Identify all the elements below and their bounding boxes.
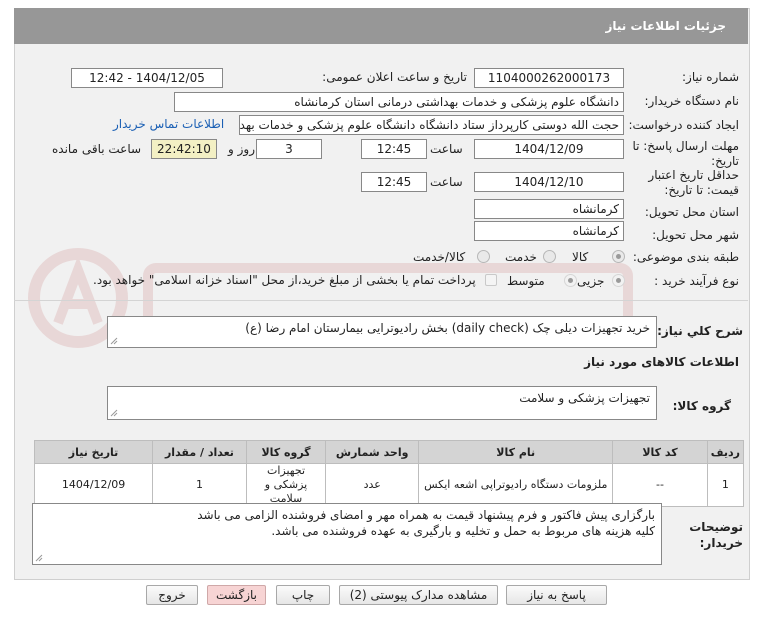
deadline-label-line1: مهلت ارسال پاسخ: تا [632, 139, 739, 153]
process-radio-medium[interactable] [564, 274, 577, 287]
treasury-text: پرداخت تمام یا بخشی از مبلغ خرید،از محل … [93, 273, 476, 287]
remaining-label: ساعت باقی مانده [52, 142, 142, 156]
items-table: ردیف کد کالا نام کالا واحد شمارش گروه کا… [33, 440, 745, 507]
description-text: خرید تجهیزات دیلی چک (daily check) بخش ر… [245, 321, 650, 335]
cell-need-date: 1404/12/09 [33, 463, 154, 507]
reply-button[interactable]: پاسخ به نیاز [506, 585, 607, 605]
buyer-notes-label-line1: توضیحات [689, 520, 743, 534]
validity-label-line2: قیمت: تا تاریخ: [664, 183, 739, 197]
col-header-unit: واحد شمارش [325, 440, 420, 464]
deadline-date-field: 1404/12/09 [474, 139, 624, 159]
city-label: شهر محل تحویل: [652, 228, 739, 242]
creator-label: ایجاد کننده درخواست: [628, 118, 739, 132]
process-radio-minor[interactable] [612, 274, 625, 287]
deadline-label-line2: تاریخ: [711, 154, 739, 168]
buyer-org-field: دانشگاه علوم پزشکی و خدمات بهداشتی درمان… [174, 92, 624, 112]
category-radio-goods-service[interactable] [477, 250, 490, 263]
col-header-quantity: تعداد / مقدار [152, 440, 247, 464]
col-header-row-number: ردیف [706, 440, 745, 464]
province-label: استان محل تحویل: [644, 205, 739, 219]
announce-label: تاریخ و ساعت اعلان عمومی: [322, 70, 467, 84]
buyer-notes-textarea[interactable]: بارگزاری پیش فاکتور و فرم پیشنهاد قیمت ب… [32, 503, 662, 565]
panel-title: جزئیات اطلاعات نیاز [605, 19, 726, 33]
back-button[interactable]: بازگشت [207, 585, 266, 605]
panel-header: جزئیات اطلاعات نیاز [14, 8, 748, 44]
goods-section-title: اطلاعات کالاهای مورد نیاز [584, 355, 739, 369]
province-field: کرمانشاه [474, 199, 624, 219]
col-header-item-name: نام کالا [418, 440, 614, 464]
validity-label-line1: حداقل تاریخ اعتبار [648, 168, 739, 182]
city-field: کرمانشاه [474, 221, 624, 241]
view-attachments-button[interactable]: مشاهده مدارک پیوستی (2) [339, 585, 498, 605]
resize-grip-icon[interactable] [35, 554, 43, 562]
col-header-group: گروه کالا [245, 440, 327, 464]
goods-group-text: تجهیزات پزشکی و سلامت [519, 391, 650, 405]
need-number-field: 1104000262000173 [474, 68, 624, 88]
divider [14, 300, 748, 301]
cell-group: تجهیزات پزشکی و سلامت [245, 463, 327, 507]
resize-grip-icon[interactable] [110, 409, 118, 417]
process-label: نوع فرآیند خرید : [654, 274, 739, 288]
buyer-contact-link[interactable]: اطلاعات تماس خریدار [113, 117, 224, 131]
exit-button[interactable]: خروج [146, 585, 198, 605]
treasury-checkbox[interactable] [485, 274, 497, 286]
goods-group-textarea[interactable]: تجهیزات پزشکی و سلامت [107, 386, 657, 420]
validity-time-field: 12:45 [361, 172, 427, 192]
days-field: 3 [256, 139, 322, 159]
days-label: روز و [228, 142, 255, 156]
table-row: 1 -- ملزومات دستگاه رادیوتراپی اشعه ایکس… [33, 463, 745, 507]
buyer-org-label: نام دستگاه خریدار: [644, 94, 740, 108]
cell-quantity: 1 [152, 463, 247, 507]
category-option-goods: کالا [572, 250, 589, 264]
creator-field: حجت الله دوستی کارپرداز ستاد دانشگاه دان… [239, 115, 624, 135]
category-radio-service[interactable] [543, 250, 556, 263]
description-textarea[interactable]: خرید تجهیزات دیلی چک (daily check) بخش ر… [107, 316, 657, 348]
process-option-medium: متوسط [507, 274, 545, 288]
resize-grip-icon[interactable] [110, 337, 118, 345]
table-header-row: ردیف کد کالا نام کالا واحد شمارش گروه کا… [33, 440, 745, 464]
cell-unit: عدد [325, 463, 420, 507]
remaining-time-field: 22:42:10 [151, 139, 217, 159]
category-radio-goods[interactable] [612, 250, 625, 263]
print-button[interactable]: چاپ [276, 585, 330, 605]
category-option-goods-service: کالا/خدمت [413, 250, 466, 264]
deadline-time-field: 12:45 [361, 139, 427, 159]
buyer-notes-label-line2: خریدار: [699, 536, 743, 550]
category-option-service: خدمت [505, 250, 537, 264]
buyer-notes-line1: بارگزاری پیش فاکتور و فرم پیشنهاد قیمت ب… [197, 508, 655, 522]
cell-row-number: 1 [706, 463, 745, 507]
buyer-notes-line2: کلیه هزینه های مربوط به حمل و تخلیه و با… [271, 524, 655, 538]
validity-time-label: ساعت [430, 175, 463, 189]
cell-item-name: ملزومات دستگاه رادیوتراپی اشعه ایکس [418, 463, 614, 507]
announce-field: 1404/12/05 - 12:42 [71, 68, 223, 88]
deadline-time-label: ساعت [430, 142, 463, 156]
validity-date-field: 1404/12/10 [474, 172, 624, 192]
cell-item-code: -- [612, 463, 708, 507]
description-label: شرح کلي نياز: [657, 324, 743, 338]
col-header-need-date: تاریخ نیاز [33, 440, 154, 464]
category-label: طبقه بندی موضوعی: [632, 250, 739, 264]
need-number-label: شماره نیاز: [682, 70, 739, 84]
process-option-minor: جزیی [577, 274, 605, 288]
col-header-item-code: کد کالا [612, 440, 708, 464]
goods-group-label: گروه کالا: [672, 399, 731, 413]
